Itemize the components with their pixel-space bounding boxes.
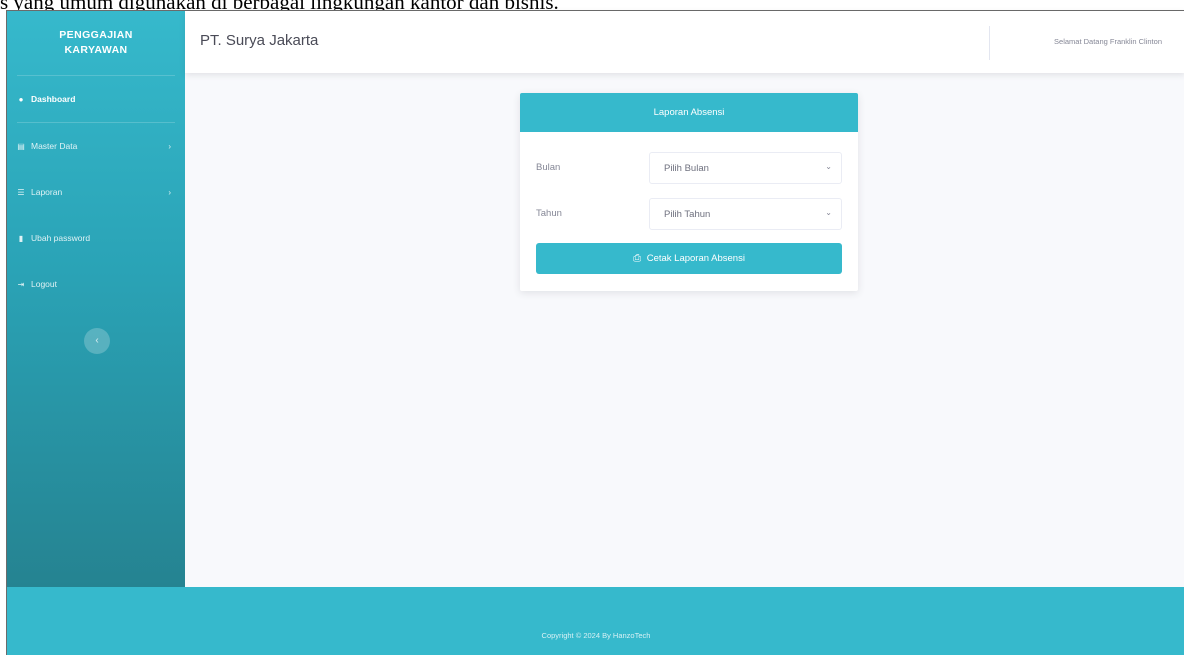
document-caption: s yang umum digunakan di berbagai lingku…: [0, 0, 1184, 10]
topbar: PT. Surya Jakarta Selamat Datang Frankli…: [185, 11, 1184, 73]
lock-icon: ▮: [18, 233, 24, 243]
user-greeting[interactable]: Selamat Datang Franklin Clinton: [1054, 37, 1162, 46]
month-row: Bulan Pilih Bulan ⌄: [536, 152, 842, 184]
sidebar-item-logout[interactable]: ⇥ Logout: [7, 261, 185, 307]
app-window: PENGGAJIAN KARYAWAN ● Dashboard ▤ Master…: [6, 10, 1184, 655]
footer: Copyright © 2024 By HanzoTech: [7, 587, 1184, 655]
year-label: Tahun: [536, 208, 562, 219]
sidebar-item-label: Ubah password: [31, 233, 91, 243]
list-icon: ☰: [17, 187, 25, 197]
sidebar-item-master-data[interactable]: ▤ Master Data ›: [7, 123, 185, 169]
year-select[interactable]: Pilih Tahun ⌄: [649, 198, 842, 230]
page-title: PT. Surya Jakarta: [200, 32, 319, 49]
sidebar-item-dashboard[interactable]: ● Dashboard: [7, 76, 185, 122]
tachometer-icon: ●: [18, 94, 24, 104]
sign-out-icon: ⇥: [17, 279, 25, 289]
card-title: Laporan Absensi: [520, 93, 858, 132]
report-card: Laporan Absensi Bulan Pilih Bulan ⌄ Tahu…: [520, 93, 858, 291]
brand-logo[interactable]: PENGGAJIAN KARYAWAN: [7, 11, 185, 75]
month-select[interactable]: Pilih Bulan ⌄: [649, 152, 842, 184]
chevron-left-icon: ‹: [95, 335, 99, 346]
copyright-text: Copyright © 2024 By HanzoTech: [541, 631, 651, 640]
sidebar-item-ubah-password[interactable]: ▮ Ubah password: [7, 215, 185, 261]
folder-icon: ▤: [17, 141, 25, 151]
month-label: Bulan: [536, 162, 561, 173]
sidebar-toggle-button[interactable]: ‹: [84, 328, 110, 354]
print-report-button[interactable]: ⎙ Cetak Laporan Absensi: [536, 243, 842, 274]
year-select-value: Pilih Tahun: [664, 209, 711, 220]
year-row: Tahun Pilih Tahun ⌄: [536, 198, 842, 230]
sidebar-item-laporan[interactable]: ☰ Laporan ›: [7, 169, 185, 215]
sidebar-item-label: Logout: [31, 279, 57, 289]
month-select-value: Pilih Bulan: [664, 163, 709, 174]
print-report-button-label: Cetak Laporan Absensi: [646, 253, 745, 264]
sidebar-item-label: Master Data: [31, 141, 78, 151]
print-icon: ⎙: [633, 253, 642, 264]
chevron-down-icon: ⌄: [825, 162, 832, 171]
chevron-right-icon: ›: [168, 187, 171, 197]
chevron-down-icon: ⌄: [825, 208, 832, 217]
brand-line-1: PENGGAJIAN: [59, 29, 133, 41]
sidebar: PENGGAJIAN KARYAWAN ● Dashboard ▤ Master…: [7, 11, 185, 587]
topbar-divider: [989, 26, 990, 60]
sidebar-item-label: Laporan: [31, 187, 63, 197]
chevron-right-icon: ›: [168, 141, 171, 151]
brand-line-2: KARYAWAN: [64, 44, 128, 56]
sidebar-item-label: Dashboard: [31, 94, 76, 104]
